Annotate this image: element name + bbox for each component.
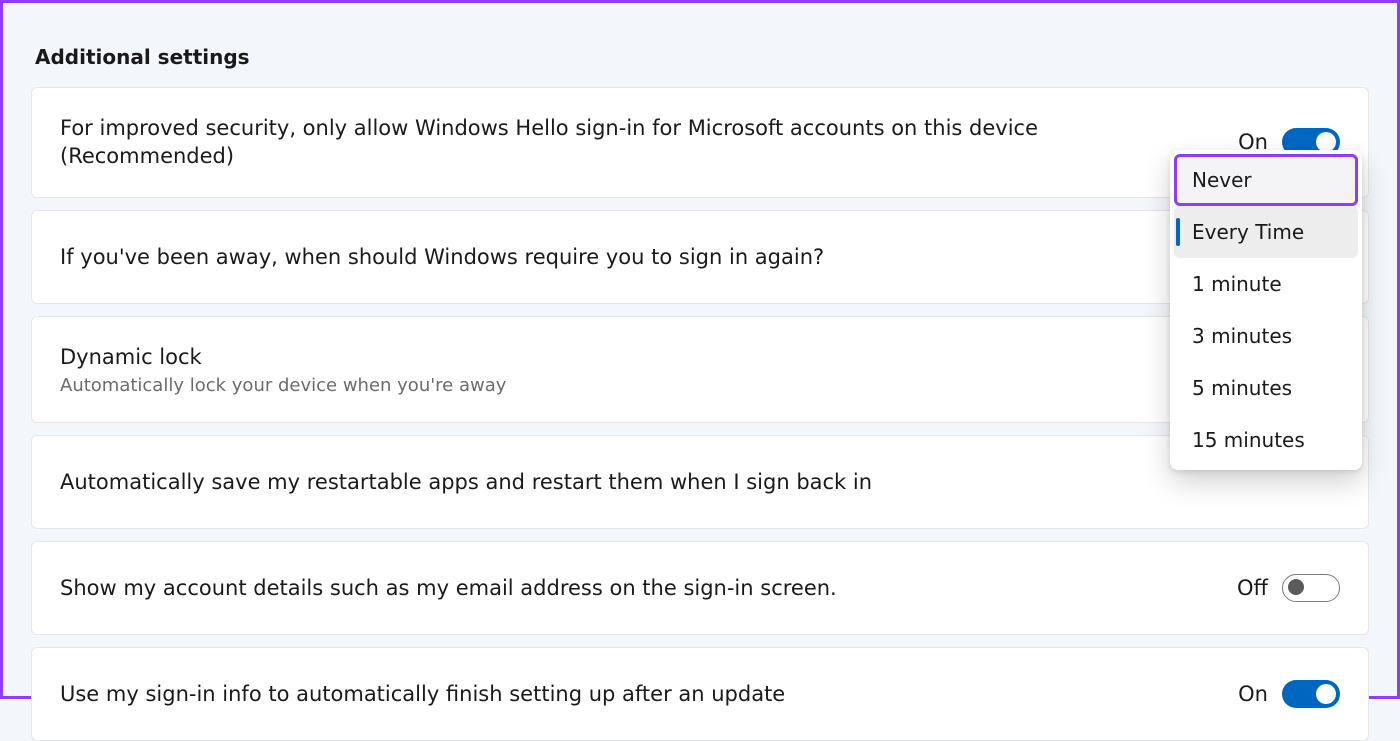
dropdown-option[interactable]: Every Time	[1174, 206, 1358, 258]
row-account-details-state: Off	[1237, 576, 1268, 600]
row-signin-info: Use my sign-in info to automatically fin…	[31, 647, 1369, 741]
row-signin-info-label: Use my sign-in info to automatically fin…	[60, 680, 1238, 708]
row-require-signin-label: If you've been away, when should Windows…	[60, 243, 1340, 271]
dropdown-option[interactable]: 15 minutes	[1174, 414, 1358, 466]
row-require-signin: If you've been away, when should Windows…	[31, 210, 1369, 304]
row-windows-hello: For improved security, only allow Window…	[31, 87, 1369, 198]
dropdown-option[interactable]: 5 minutes	[1174, 362, 1358, 414]
row-signin-info-toggle[interactable]	[1282, 680, 1340, 708]
dropdown-option[interactable]: 3 minutes	[1174, 310, 1358, 362]
dropdown-option[interactable]: 1 minute	[1174, 258, 1358, 310]
row-windows-hello-label: For improved security, only allow Window…	[60, 114, 1238, 171]
row-signin-info-state: On	[1238, 682, 1268, 706]
row-dynamic-lock[interactable]: Dynamic lock Automatically lock your dev…	[31, 316, 1369, 423]
row-dynamic-lock-title: Dynamic lock	[60, 343, 506, 371]
row-restart-apps: Automatically save my restartable apps a…	[31, 435, 1369, 529]
require-signin-dropdown[interactable]: NeverEvery Time1 minute3 minutes5 minute…	[1170, 150, 1362, 470]
row-account-details-label: Show my account details such as my email…	[60, 574, 1237, 602]
row-restart-apps-label: Automatically save my restartable apps a…	[60, 468, 1340, 496]
row-account-details-toggle[interactable]	[1282, 574, 1340, 602]
dropdown-option[interactable]: Never	[1174, 154, 1358, 206]
row-account-details: Show my account details such as my email…	[31, 541, 1369, 635]
section-title: Additional settings	[35, 45, 1369, 69]
row-dynamic-lock-sub: Automatically lock your device when you'…	[60, 375, 506, 396]
